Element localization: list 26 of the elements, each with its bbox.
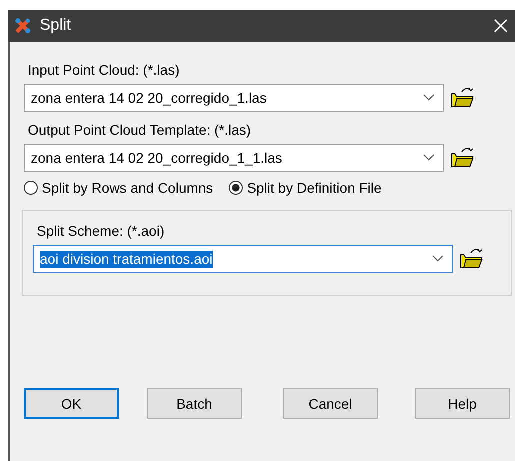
field-label: Output Point Cloud Template: (*.las) xyxy=(28,122,252,138)
radio-button[interactable] xyxy=(24,181,38,195)
chevron-down-icon[interactable] xyxy=(423,154,435,162)
dialog-button[interactable]: OK xyxy=(24,388,119,419)
folder-icon xyxy=(459,247,484,271)
field-label: Input Point Cloud: (*.las) xyxy=(28,62,181,78)
browse-button[interactable] xyxy=(450,146,475,170)
field-label: Split Scheme: (*.aoi) xyxy=(37,223,166,239)
chevron-down-icon[interactable] xyxy=(423,94,435,102)
close-icon[interactable] xyxy=(493,18,509,34)
folder-icon xyxy=(450,146,475,170)
chevron-down-icon[interactable] xyxy=(432,255,444,263)
file-dropdown[interactable]: zona entera 14 02 20_corregido_1_1.las xyxy=(24,144,444,172)
file-dropdown[interactable]: zona entera 14 02 20_corregido_1.las xyxy=(24,84,444,112)
window-title: Split xyxy=(40,17,72,35)
app-icon xyxy=(14,17,32,35)
browse-button[interactable] xyxy=(450,86,475,110)
radio-button[interactable] xyxy=(229,181,244,195)
browse-button[interactable] xyxy=(459,247,484,271)
dialog-button[interactable]: Batch xyxy=(147,388,242,419)
radio-label[interactable]: Split by Rows and Columns xyxy=(42,180,214,196)
dialog-button[interactable]: Help xyxy=(415,388,510,419)
folder-icon xyxy=(450,86,475,110)
radio-label[interactable]: Split by Definition File xyxy=(247,180,382,196)
dialog-button[interactable]: Cancel xyxy=(283,388,378,419)
file-dropdown[interactable]: aoi division tratamientos.aoi xyxy=(33,245,453,273)
